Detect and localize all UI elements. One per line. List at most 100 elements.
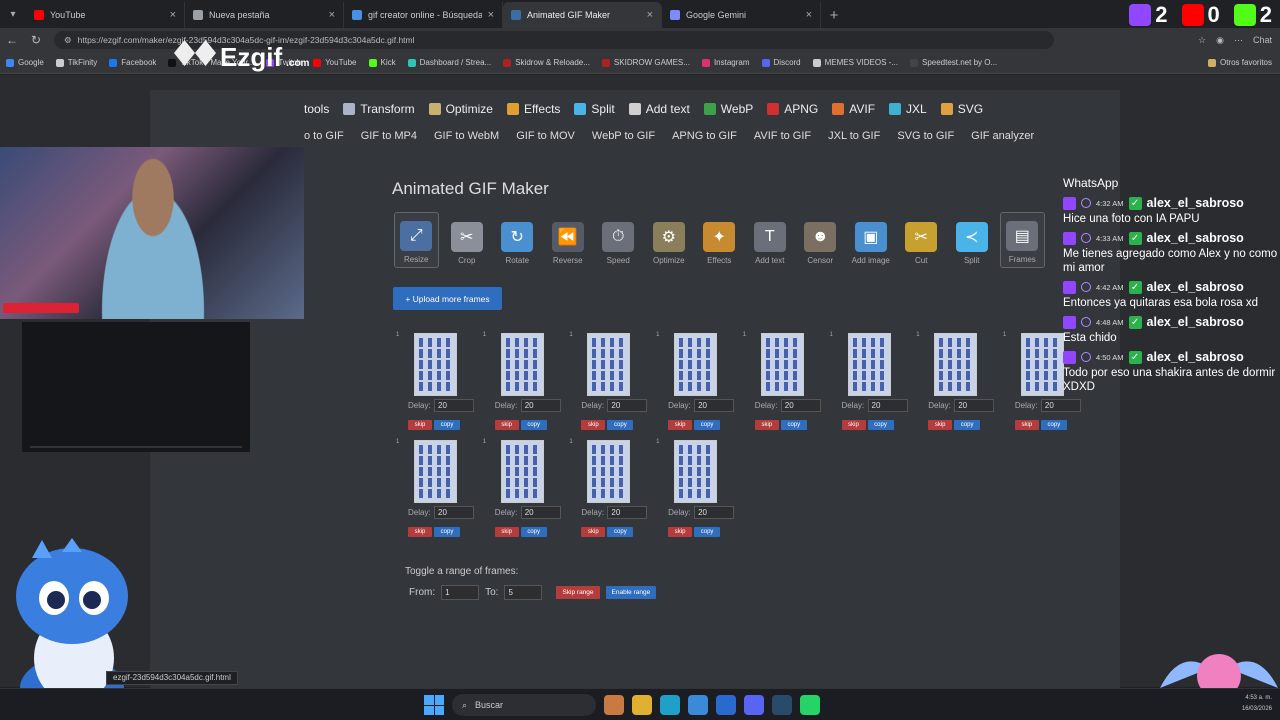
skip-frame-button[interactable]: skip bbox=[668, 527, 693, 537]
sub-nav-link[interactable]: WebP to GIF bbox=[592, 130, 655, 142]
nav-item[interactable]: Add text bbox=[628, 102, 690, 116]
bookmark-item[interactable]: Google bbox=[6, 58, 44, 67]
tool-button[interactable]: ⏱ Speed bbox=[596, 212, 641, 268]
upload-more-frames-button[interactable]: + Upload more frames bbox=[393, 287, 502, 310]
skip-range-button[interactable]: Skip range bbox=[556, 586, 600, 599]
bookmark-item[interactable]: TikFinity bbox=[55, 58, 97, 67]
nav-item[interactable]: Split bbox=[574, 102, 615, 116]
browser-tab[interactable]: Google Gemini × bbox=[662, 2, 821, 28]
copy-frame-button[interactable]: copy bbox=[867, 420, 894, 430]
windows-start-icon[interactable] bbox=[424, 695, 444, 715]
close-tab-icon[interactable]: × bbox=[170, 9, 176, 21]
copy-frame-button[interactable]: copy bbox=[780, 420, 807, 430]
skip-frame-button[interactable]: skip bbox=[754, 420, 779, 430]
sub-nav-link[interactable]: JXL to GIF bbox=[828, 130, 880, 142]
tool-button[interactable]: ⤢ Resize bbox=[394, 212, 439, 268]
bookmark-item[interactable]: Discord bbox=[761, 58, 801, 67]
copy-frame-button[interactable]: copy bbox=[520, 527, 547, 537]
sub-nav-link[interactable]: APNG to GIF bbox=[672, 130, 737, 142]
browser-tab[interactable]: gif creator online - Búsqueda × bbox=[344, 2, 503, 28]
delay-input[interactable]: 20 bbox=[520, 506, 561, 519]
tool-button[interactable]: ⚙ Optimize bbox=[647, 212, 692, 268]
tool-button[interactable]: ⏪ Reverse bbox=[546, 212, 591, 268]
nav-item[interactable]: APNG bbox=[767, 102, 818, 116]
sub-nav-link[interactable]: SVG to GIF bbox=[897, 130, 954, 142]
bookmark-item[interactable]: Dashboard / Strea... bbox=[407, 58, 491, 67]
copy-frame-button[interactable]: copy bbox=[607, 420, 634, 430]
bookmark-item[interactable]: Speedtest.net by O... bbox=[909, 58, 997, 67]
skip-frame-button[interactable]: skip bbox=[668, 420, 693, 430]
tool-button[interactable]: ✂ Crop bbox=[445, 212, 490, 268]
bookmark-item[interactable]: MEMES VIDEOS -... bbox=[812, 58, 898, 67]
new-tab-button[interactable]: + bbox=[821, 2, 847, 28]
copy-frame-button[interactable]: copy bbox=[434, 420, 460, 430]
nav-item[interactable]: JXL bbox=[889, 102, 927, 116]
store-icon[interactable] bbox=[688, 695, 708, 715]
to-input[interactable]: 5 bbox=[504, 585, 543, 600]
skip-frame-button[interactable]: skip bbox=[581, 527, 606, 537]
delay-input[interactable]: 20 bbox=[607, 506, 648, 519]
nav-item[interactable]: Effects bbox=[506, 102, 560, 116]
outlook-icon[interactable] bbox=[716, 695, 736, 715]
sub-nav-link[interactable]: GIF analyzer bbox=[971, 130, 1034, 142]
copy-frame-button[interactable]: copy bbox=[434, 527, 460, 537]
sub-nav-link[interactable]: GIF to MOV bbox=[516, 130, 575, 142]
tool-button[interactable]: ▤ Frames bbox=[1000, 212, 1045, 268]
taskbar-search[interactable]: ⌕ Buscar bbox=[452, 694, 596, 716]
copy-frame-button[interactable]: copy bbox=[520, 420, 547, 430]
nav-item[interactable]: Transform bbox=[343, 102, 415, 116]
skip-frame-button[interactable]: skip bbox=[1014, 420, 1039, 430]
delay-input[interactable]: 20 bbox=[434, 506, 474, 519]
delay-input[interactable]: 20 bbox=[1040, 399, 1081, 412]
delay-input[interactable]: 20 bbox=[780, 399, 821, 412]
browser-tab[interactable]: Animated GIF Maker × bbox=[503, 2, 662, 28]
tool-button[interactable]: ↻ Rotate bbox=[495, 212, 540, 268]
sub-nav-link[interactable]: AVIF to GIF bbox=[754, 130, 811, 142]
copy-frame-button[interactable]: copy bbox=[954, 420, 981, 430]
bookmark-item[interactable]: Kick bbox=[368, 58, 396, 67]
copy-frame-button[interactable]: copy bbox=[694, 527, 721, 537]
nav-item[interactable]: WebP bbox=[703, 102, 753, 116]
skip-frame-button[interactable]: skip bbox=[581, 420, 606, 430]
copy-frame-button[interactable]: copy bbox=[694, 420, 721, 430]
bookmark-item[interactable]: Facebook bbox=[109, 58, 156, 67]
delay-input[interactable]: 20 bbox=[607, 399, 648, 412]
delay-input[interactable]: 20 bbox=[694, 506, 735, 519]
skip-frame-button[interactable]: skip bbox=[841, 420, 866, 430]
other-bookmarks[interactable]: Otros favoritos bbox=[1207, 58, 1280, 67]
close-tab-icon[interactable]: × bbox=[647, 9, 653, 21]
close-tab-icon[interactable]: × bbox=[488, 9, 494, 21]
skip-frame-button[interactable]: skip bbox=[408, 527, 432, 537]
skip-frame-button[interactable]: skip bbox=[494, 420, 519, 430]
whatsapp-icon[interactable] bbox=[800, 695, 820, 715]
skip-frame-button[interactable]: skip bbox=[494, 527, 519, 537]
file-explorer-icon[interactable] bbox=[632, 695, 652, 715]
nav-item[interactable]: SVG bbox=[940, 102, 983, 116]
tool-button[interactable]: ☻ Censor bbox=[798, 212, 843, 268]
skip-frame-button[interactable]: skip bbox=[928, 420, 953, 430]
nav-item[interactable]: tools bbox=[304, 102, 329, 116]
browser-tab[interactable]: YouTube × bbox=[26, 2, 185, 28]
sub-nav-link[interactable]: GIF to WebM bbox=[434, 130, 499, 142]
tool-button[interactable]: T Add text bbox=[748, 212, 793, 268]
close-tab-icon[interactable]: × bbox=[329, 9, 335, 21]
bookmark-item[interactable]: Skidrow & Reloade... bbox=[503, 58, 590, 67]
copy-frame-button[interactable]: copy bbox=[607, 527, 634, 537]
tool-button[interactable]: ✦ Effects bbox=[697, 212, 742, 268]
enable-range-button[interactable]: Enable range bbox=[605, 586, 657, 599]
copy-frame-button[interactable]: copy bbox=[1040, 420, 1067, 430]
skip-frame-button[interactable]: skip bbox=[408, 420, 432, 430]
edge-icon[interactable] bbox=[660, 695, 680, 715]
tool-button[interactable]: ≺ Split bbox=[950, 212, 995, 268]
discord-icon[interactable] bbox=[744, 695, 764, 715]
star-icon[interactable]: ☆ bbox=[1198, 35, 1206, 46]
delay-input[interactable]: 20 bbox=[520, 399, 561, 412]
browser-tab[interactable]: Nueva pestaña × bbox=[185, 2, 344, 28]
close-tab-icon[interactable]: × bbox=[806, 9, 812, 21]
sub-nav-link[interactable]: GIF to MP4 bbox=[361, 130, 417, 142]
sub-nav-link[interactable]: o to GIF bbox=[304, 130, 344, 142]
clock[interactable]: 4:53 a. m. 16/03/2026 bbox=[1242, 693, 1272, 715]
from-input[interactable]: 1 bbox=[441, 585, 480, 600]
menu-icon[interactable]: ⋯ bbox=[1234, 35, 1243, 46]
delay-input[interactable]: 20 bbox=[434, 399, 474, 412]
